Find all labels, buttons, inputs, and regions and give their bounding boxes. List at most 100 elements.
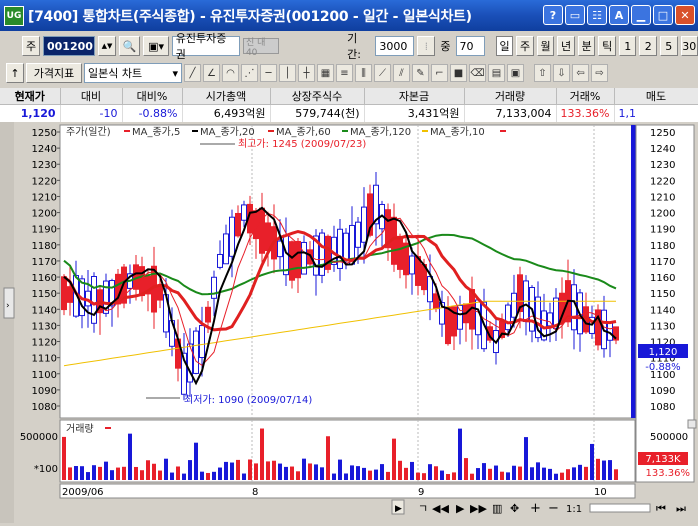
arc-tool-icon[interactable]: ◠ (222, 64, 239, 82)
play-icon[interactable]: ▶ (456, 502, 465, 515)
hline-tool-icon[interactable]: ─ (260, 64, 277, 82)
quote-header: 현재가 (0, 88, 61, 105)
volume-bar (356, 466, 360, 480)
volume-bar (332, 473, 336, 480)
arrow-up-icon[interactable]: ⇧ (534, 64, 551, 82)
quote-header: 대비 (60, 88, 123, 105)
volume-bar (248, 459, 252, 480)
code-spin-icon[interactable]: ▲▼ (98, 36, 116, 56)
tab-daily[interactable]: 일 (495, 36, 514, 56)
zoom-input[interactable]: 70 (455, 36, 485, 56)
volume-bar (398, 460, 402, 480)
chart-view-icon[interactable]: ▥ (492, 502, 502, 515)
volume-bar (284, 466, 288, 480)
quote-header: 자본금 (364, 88, 465, 105)
save-tool-icon[interactable]: ▣ (507, 64, 524, 82)
candle-body (235, 212, 241, 237)
eraser-tool-icon[interactable]: ⌫ (469, 64, 486, 82)
chart-area: › 1250 1240 1230 1220 1210 1200 1190 1180 1170 11… (0, 122, 698, 523)
ruler-tool-icon[interactable]: ⌐ (431, 64, 448, 82)
trend-tool-icon[interactable]: ⟋ (374, 64, 391, 82)
arrow-left-icon[interactable]: ⇦ (572, 64, 589, 82)
tab-2[interactable]: 2 (639, 36, 657, 56)
grid-tool-icon[interactable]: ▦ (317, 64, 334, 82)
y-tick-label: 1250 (650, 128, 675, 139)
stock-chart[interactable]: › 1250 1240 1230 1220 1210 1200 1190 1180 1170 11… (0, 122, 698, 523)
collapse-icon[interactable]: ↑ (6, 63, 24, 83)
volume-bar (170, 472, 174, 480)
last-icon[interactable]: ⏭ (676, 502, 686, 515)
first-icon[interactable]: ⏮ (656, 502, 666, 515)
tab-weekly[interactable]: 주 (516, 36, 534, 56)
lines-tool-icon[interactable]: ≡ (336, 64, 353, 82)
angle-tool-icon[interactable]: ∠ (203, 64, 220, 82)
color-tool-icon[interactable]: ■ (450, 64, 467, 82)
channel-tool-icon[interactable]: ⫼ (355, 64, 372, 82)
zoom-out-icon[interactable]: − (548, 501, 559, 516)
zoom-slider[interactable] (589, 503, 651, 513)
volume-bar (416, 472, 420, 480)
tab-1[interactable]: 1 (618, 36, 637, 56)
arrow-down-icon[interactable]: ⇩ (553, 64, 570, 82)
zoom-in-icon[interactable]: + (530, 501, 541, 516)
image-icon[interactable]: ▣▾ (143, 36, 169, 56)
maximize-icon[interactable]: □ (653, 5, 673, 25)
volume-bar (380, 464, 384, 480)
minimize-icon[interactable]: ▁ (631, 5, 651, 25)
list-icon[interactable]: ☷ (587, 5, 607, 25)
fan-tool-icon[interactable]: ⋰ (241, 64, 258, 82)
font-size-button[interactable]: A (609, 5, 629, 25)
stock-code-input[interactable]: 001200 (43, 36, 95, 56)
candle-body (289, 241, 295, 281)
volume-bar (128, 433, 132, 480)
volume-bar (86, 472, 90, 480)
volume-bar (566, 469, 570, 480)
y-tick-label: 1160 (650, 273, 675, 284)
tab-tick[interactable]: 틱 (598, 36, 616, 56)
period-input[interactable]: 3000 (375, 36, 415, 56)
y-tick-label: 1170 (650, 257, 675, 268)
volume-bar (296, 471, 300, 480)
candle-body (223, 233, 229, 265)
tab-yearly[interactable]: 년 (557, 36, 575, 56)
zoom-label: 중 (440, 40, 451, 53)
quote-header: 거래량 (464, 88, 557, 105)
help-icon[interactable]: ? (543, 5, 563, 25)
volume-tick-right: 500000 (650, 432, 688, 443)
cross-tool-icon[interactable]: ┼ (298, 64, 315, 82)
chevron-down-icon: ▾ (172, 66, 178, 80)
arrow-right-icon[interactable]: ⇨ (591, 64, 608, 82)
y-tick-label: 1080 (650, 402, 675, 413)
candle-body (475, 299, 481, 336)
symbol-toolbar: 주 001200 ▲▼ 🔍 ▣▾ 유진투자증권 신 대40 기간: 3000 ⁞… (0, 32, 698, 61)
move-icon[interactable]: ✥ (510, 502, 519, 515)
table-tool-icon[interactable]: ▤ (488, 64, 505, 82)
close-icon[interactable]: ✕ (675, 5, 695, 25)
volume-bar (470, 473, 474, 480)
tab-monthly[interactable]: 월 (536, 36, 555, 56)
period-spin-icon[interactable]: ⁞ (417, 36, 436, 56)
volume-bar (314, 464, 318, 480)
line-tool-icon[interactable]: ╱ (184, 64, 201, 82)
rewind-icon[interactable]: ◀◀ (432, 502, 449, 515)
volume-bar (386, 471, 390, 480)
vline-tool-icon[interactable]: │ (279, 64, 296, 82)
candle-body (211, 276, 217, 299)
parallel-tool-icon[interactable]: ⫽ (393, 64, 410, 82)
indicator-select[interactable]: 가격지표 (26, 63, 82, 83)
tab-5[interactable]: 5 (659, 36, 678, 56)
pencil-tool-icon[interactable]: ✎ (412, 64, 429, 82)
chart-type-select[interactable]: 일본식 차트 ▾ (84, 63, 182, 83)
search-icon[interactable]: 🔍 (119, 36, 141, 56)
window-option-button[interactable]: ▭ (565, 5, 585, 25)
volume-marker-value: 7,133K (645, 454, 681, 465)
candle-body (193, 330, 199, 374)
volume-bar (122, 466, 126, 480)
candle-body (445, 306, 451, 345)
tab-minute[interactable]: 분 (577, 36, 596, 56)
market-select[interactable]: 주 (22, 36, 40, 56)
volume-bar (182, 473, 186, 480)
tab-30[interactable]: 30 (680, 36, 698, 56)
pane-up-icon[interactable] (687, 419, 697, 429)
forward-icon[interactable]: ▶▶ (470, 502, 487, 515)
